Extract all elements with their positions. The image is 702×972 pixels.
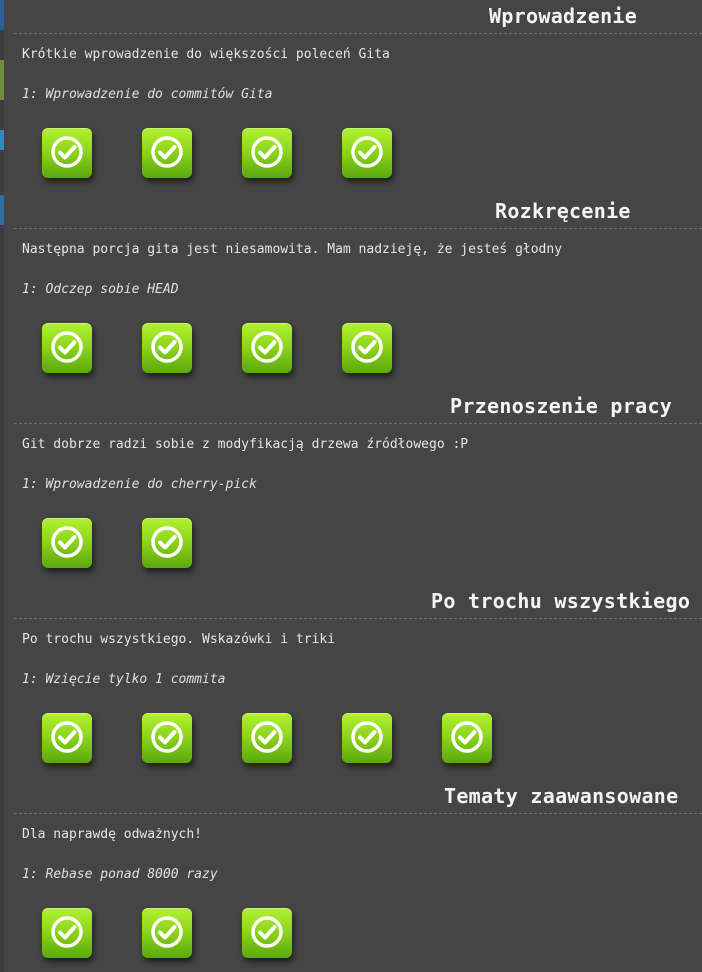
section-title: Wprowadzenie: [489, 4, 638, 28]
check-circle-icon: [251, 916, 283, 948]
level-button[interactable]: [42, 128, 92, 178]
level-button[interactable]: [142, 908, 192, 958]
check-circle-icon: [151, 526, 183, 558]
level-button[interactable]: [442, 713, 492, 763]
check-circle-icon: [351, 721, 383, 753]
sequence-label: 1: Wzięcie tylko 1 commita: [22, 672, 226, 687]
level-button[interactable]: [342, 128, 392, 178]
section-description: Następna porcja gita jest niesamowita. M…: [22, 242, 563, 257]
sequence-label: 1: Wprowadzenie do commitów Gita: [22, 87, 273, 102]
section-po-trochu-wszystkiego: Po trochu wszystkiego Po trochu wszystki…: [14, 585, 702, 780]
check-circle-icon: [151, 331, 183, 363]
check-circle-icon: [51, 526, 83, 558]
section-rozkrecenie: Rozkręcenie Następna porcja gita jest ni…: [14, 195, 702, 390]
background-strip: [0, 0, 4, 972]
level-button[interactable]: [42, 518, 92, 568]
level-button[interactable]: [242, 713, 292, 763]
section-przenoszenie-pracy: Przenoszenie pracy Git dobrze radzi sobi…: [14, 390, 702, 585]
check-circle-icon: [251, 721, 283, 753]
level-button[interactable]: [342, 713, 392, 763]
section-divider: [14, 618, 702, 619]
section-title: Tematy zaawansowane: [444, 784, 679, 808]
level-button[interactable]: [242, 128, 292, 178]
sequence-label: 1: Rebase ponad 8000 razy: [22, 867, 218, 882]
sequence-label: 1: Wprowadzenie do cherry-pick: [22, 477, 257, 492]
level-button[interactable]: [142, 323, 192, 373]
section-wprowadzenie: Wprowadzenie Krótkie wprowadzenie do wię…: [14, 0, 702, 195]
level-button[interactable]: [142, 713, 192, 763]
section-description: Git dobrze radzi sobie z modyfikacją drz…: [22, 437, 469, 452]
section-divider: [14, 423, 702, 424]
section-divider: [14, 228, 702, 229]
section-title: Po trochu wszystkiego: [431, 589, 691, 613]
section-description: Krótkie wprowadzenie do większości polec…: [22, 47, 390, 62]
level-button[interactable]: [142, 128, 192, 178]
check-circle-icon: [151, 916, 183, 948]
check-circle-icon: [51, 721, 83, 753]
check-circle-icon: [251, 331, 283, 363]
level-button[interactable]: [142, 518, 192, 568]
check-circle-icon: [251, 136, 283, 168]
level-button[interactable]: [42, 713, 92, 763]
check-circle-icon: [451, 721, 483, 753]
section-divider: [14, 33, 702, 34]
section-tematy-zaawansowane: Tematy zaawansowane Dla naprawdę odważny…: [14, 780, 702, 972]
section-title: Przenoszenie pracy: [450, 394, 673, 418]
level-selection-panel: Wprowadzenie Krótkie wprowadzenie do wię…: [14, 0, 702, 972]
section-title: Rozkręcenie: [495, 199, 631, 223]
section-divider: [14, 813, 702, 814]
level-button[interactable]: [42, 323, 92, 373]
level-button[interactable]: [242, 323, 292, 373]
check-circle-icon: [51, 331, 83, 363]
check-circle-icon: [351, 331, 383, 363]
section-description: Po trochu wszystkiego. Wskazówki i triki: [22, 632, 336, 647]
check-circle-icon: [151, 721, 183, 753]
section-description: Dla naprawdę odważnych!: [22, 827, 203, 842]
level-button[interactable]: [242, 908, 292, 958]
check-circle-icon: [51, 916, 83, 948]
check-circle-icon: [151, 136, 183, 168]
check-circle-icon: [351, 136, 383, 168]
level-button[interactable]: [342, 323, 392, 373]
check-circle-icon: [51, 136, 83, 168]
level-button[interactable]: [42, 908, 92, 958]
sequence-label: 1: Odczep sobie HEAD: [22, 282, 179, 297]
